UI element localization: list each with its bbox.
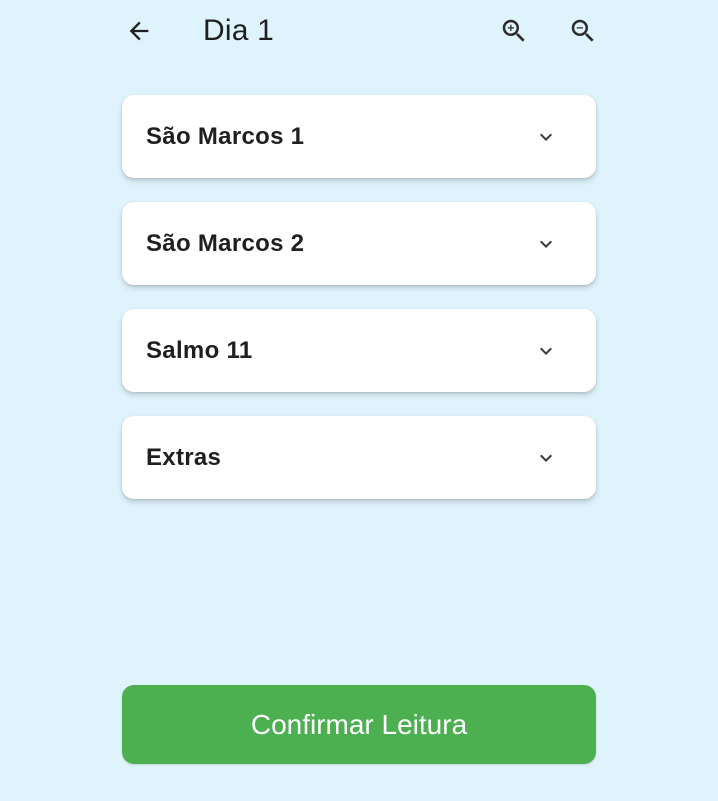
app-bar: Dia 1 [0, 0, 718, 62]
back-button[interactable] [119, 11, 159, 51]
chevron-down-icon[interactable] [534, 125, 558, 149]
reading-day-screen: Dia 1 São Marcos 1 São Marcos 2 Salmo 11… [0, 0, 718, 801]
section-title: São Marcos 1 [146, 123, 305, 150]
zoom-out-icon [571, 19, 594, 42]
section-card-salmo-11[interactable]: Salmo 11 [122, 309, 596, 392]
section-title: São Marcos 2 [146, 230, 305, 257]
page-title: Dia 1 [203, 14, 275, 47]
section-title: Extras [146, 444, 222, 471]
confirm-reading-button[interactable]: Confirmar Leitura [122, 685, 596, 764]
section-card-sao-marcos-2[interactable]: São Marcos 2 [122, 202, 596, 285]
section-card-extras[interactable]: Extras [122, 416, 596, 499]
chevron-down-icon[interactable] [534, 446, 558, 470]
section-title: Salmo 11 [146, 337, 253, 364]
arrow-left-icon [129, 21, 149, 41]
sections-list: São Marcos 1 São Marcos 2 Salmo 11 Extra… [122, 95, 596, 523]
chevron-down-icon[interactable] [534, 339, 558, 363]
zoom-in-icon [502, 19, 525, 42]
section-card-sao-marcos-1[interactable]: São Marcos 1 [122, 95, 596, 178]
zoom-in-button[interactable] [494, 11, 534, 51]
zoom-out-button[interactable] [563, 11, 603, 51]
chevron-down-icon[interactable] [534, 232, 558, 256]
